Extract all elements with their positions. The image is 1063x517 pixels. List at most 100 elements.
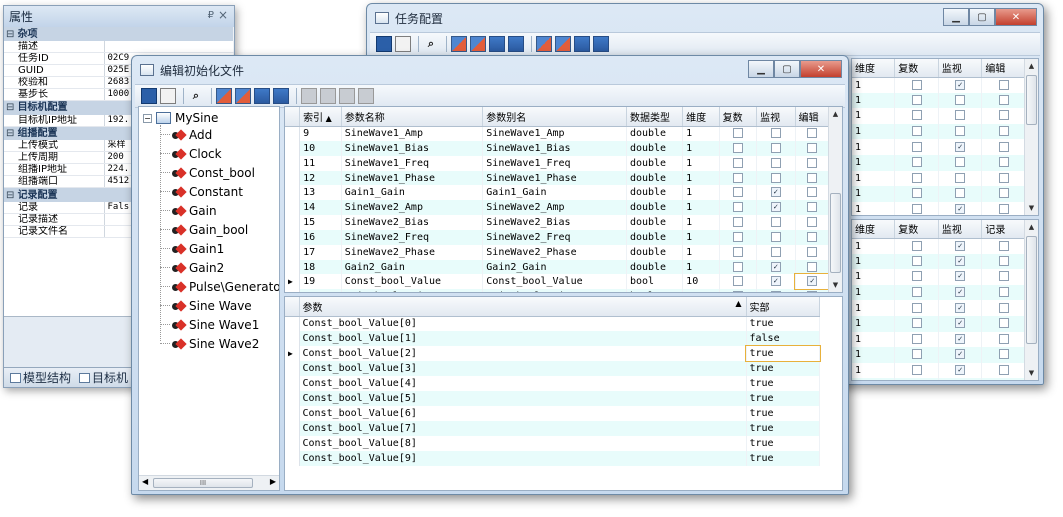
pin-icon[interactable]: ₽: [208, 10, 214, 21]
table-row[interactable]: 9 SineWave1_Amp SineWave1_Amp double 1: [285, 126, 831, 141]
delete-row-icon[interactable]: [508, 36, 524, 52]
table-row[interactable]: 1: [852, 92, 1026, 109]
tab-target-machine[interactable]: 目标机: [92, 369, 128, 386]
checkbox[interactable]: [807, 187, 818, 198]
dimension-cell[interactable]: 1: [682, 259, 720, 275]
complex-cell[interactable]: [719, 126, 758, 141]
minimize-button[interactable]: ▁: [943, 8, 969, 26]
checkbox[interactable]: [732, 261, 743, 272]
table-row[interactable]: Const_bool_Value[8] true: [285, 436, 820, 451]
table-row[interactable]: Const_bool_Value[4] true: [285, 376, 820, 391]
index-cell[interactable]: 16: [299, 230, 342, 245]
data-type-cell[interactable]: double: [626, 170, 684, 186]
data-type-cell[interactable]: double: [626, 155, 684, 171]
checkbox[interactable]: [998, 157, 1009, 168]
column-header[interactable]: 参数名称: [341, 107, 484, 127]
column-header[interactable]: 编辑: [981, 59, 1026, 78]
index-cell[interactable]: 10: [299, 141, 342, 156]
param-name-cell[interactable]: Const_bool_Value[5]: [299, 391, 747, 406]
checkbox[interactable]: [998, 349, 1009, 360]
delete-row-icon[interactable]: [273, 88, 289, 104]
edit-cell[interactable]: [795, 185, 831, 201]
dimension-cell[interactable]: 1: [682, 141, 720, 156]
hscroll-thumb[interactable]: III: [153, 478, 253, 488]
collapse-icon[interactable]: ⊟: [6, 128, 18, 139]
param-name-cell[interactable]: SineWave2_Amp: [341, 200, 484, 216]
property-group-header[interactable]: ⊟ 杂项: [4, 27, 234, 41]
table-row[interactable]: Const_bool_Value[3] true: [285, 361, 820, 376]
add-item-icon[interactable]: [451, 36, 467, 52]
checkbox[interactable]: ✓: [955, 204, 966, 215]
table-row[interactable]: 12 SineWave1_Phase SineWave1_Phase double 1: [285, 170, 831, 186]
tree-hscrollbar[interactable]: ◀ III ▶: [139, 475, 279, 490]
tree-item[interactable]: Sine Wave2: [160, 334, 279, 353]
checkbox[interactable]: ✓: [770, 187, 781, 198]
monitor-cell[interactable]: [756, 215, 796, 231]
param-name-cell[interactable]: Const_bool_Value[6]: [299, 406, 747, 421]
column-header[interactable]: 监视: [938, 59, 983, 78]
param-name-cell[interactable]: SineWave2_Phase: [341, 244, 484, 260]
checkbox[interactable]: ✓: [770, 261, 781, 272]
task-top-scrollbar[interactable]: ▲ ▼: [1024, 59, 1038, 215]
checkbox[interactable]: [770, 217, 781, 228]
table-row[interactable]: 15 SineWave2_Bias SineWave2_Bias double 1: [285, 215, 831, 231]
param-alias-cell[interactable]: SineWave2_Phase: [482, 244, 627, 260]
param-alias-cell[interactable]: Const_bool_Value: [482, 274, 627, 290]
param-name-cell[interactable]: Const_bool_Value: [341, 274, 484, 290]
real-value-cell[interactable]: false: [746, 331, 820, 346]
checkbox[interactable]: [911, 255, 922, 266]
index-cell[interactable]: 20: [299, 289, 342, 292]
checkbox[interactable]: [911, 79, 922, 90]
table-row[interactable]: 16 SineWave2_Freq SineWave2_Freq double 1: [285, 230, 831, 245]
table-row[interactable]: 1: [852, 186, 1026, 202]
checkbox[interactable]: [911, 204, 922, 215]
param-alias-cell[interactable]: SineWave1_Freq: [482, 155, 627, 171]
index-cell[interactable]: 12: [299, 170, 342, 186]
checkbox[interactable]: ✓: [770, 276, 781, 287]
checkbox[interactable]: [732, 202, 743, 213]
param-alias-cell[interactable]: SineWave2_Bias: [482, 215, 627, 231]
table-row[interactable]: 1✓: [852, 331, 1026, 348]
column-header[interactable]: 维度: [682, 107, 720, 127]
complex-cell[interactable]: [719, 274, 758, 290]
complex-cell[interactable]: [719, 170, 758, 186]
checkbox[interactable]: [955, 94, 966, 105]
edit-cell[interactable]: [795, 126, 831, 141]
checkbox[interactable]: [807, 231, 818, 242]
index-cell[interactable]: 19: [299, 274, 342, 290]
dimension-cell[interactable]: 1: [682, 215, 720, 231]
monitor-cell[interactable]: [756, 244, 796, 260]
param-name-cell[interactable]: Const_bool_Value[3]: [299, 361, 747, 376]
table-row[interactable]: 1✓: [852, 315, 1026, 332]
tree-item[interactable]: Clock: [160, 144, 279, 163]
param-name-cell[interactable]: Gain1_Gain: [341, 185, 484, 201]
param-alias-cell[interactable]: Gain_bool_Gain: [482, 289, 627, 292]
checkbox[interactable]: [998, 204, 1009, 215]
scroll-thumb[interactable]: [1026, 75, 1037, 125]
checkbox[interactable]: [911, 126, 922, 137]
table-row[interactable]: 20Gain_bool_GainGain_bool_Gainbool1✓: [285, 289, 831, 292]
edit-cell[interactable]: [795, 230, 831, 245]
param-name-cell[interactable]: SineWave2_Freq: [341, 230, 484, 245]
checkbox[interactable]: [998, 240, 1009, 251]
tree-item[interactable]: Sine Wave: [160, 296, 279, 315]
table-row[interactable]: Const_bool_Value[6] true: [285, 406, 820, 421]
checkbox[interactable]: [732, 246, 743, 257]
checkbox[interactable]: [770, 157, 781, 168]
tree-item[interactable]: Constant: [160, 182, 279, 201]
collapse-icon[interactable]: −: [143, 113, 152, 123]
checkbox[interactable]: [911, 110, 922, 121]
dimension-cell[interactable]: 1: [682, 289, 720, 292]
param-name-cell[interactable]: Const_bool_Value[8]: [299, 436, 747, 451]
column-header[interactable]: 维度: [852, 59, 896, 78]
data-type-cell[interactable]: double: [626, 230, 684, 245]
dimension-cell[interactable]: 10: [682, 274, 720, 290]
column-header[interactable]: 编辑: [795, 107, 831, 127]
checkbox[interactable]: [911, 287, 922, 298]
dimension-cell[interactable]: 1: [682, 185, 720, 201]
column-header[interactable]: 监视: [756, 107, 796, 127]
index-cell[interactable]: 11: [299, 155, 342, 171]
checkbox[interactable]: [807, 157, 818, 168]
edit-cell[interactable]: [795, 141, 831, 156]
table-row[interactable]: 1: [852, 154, 1026, 171]
